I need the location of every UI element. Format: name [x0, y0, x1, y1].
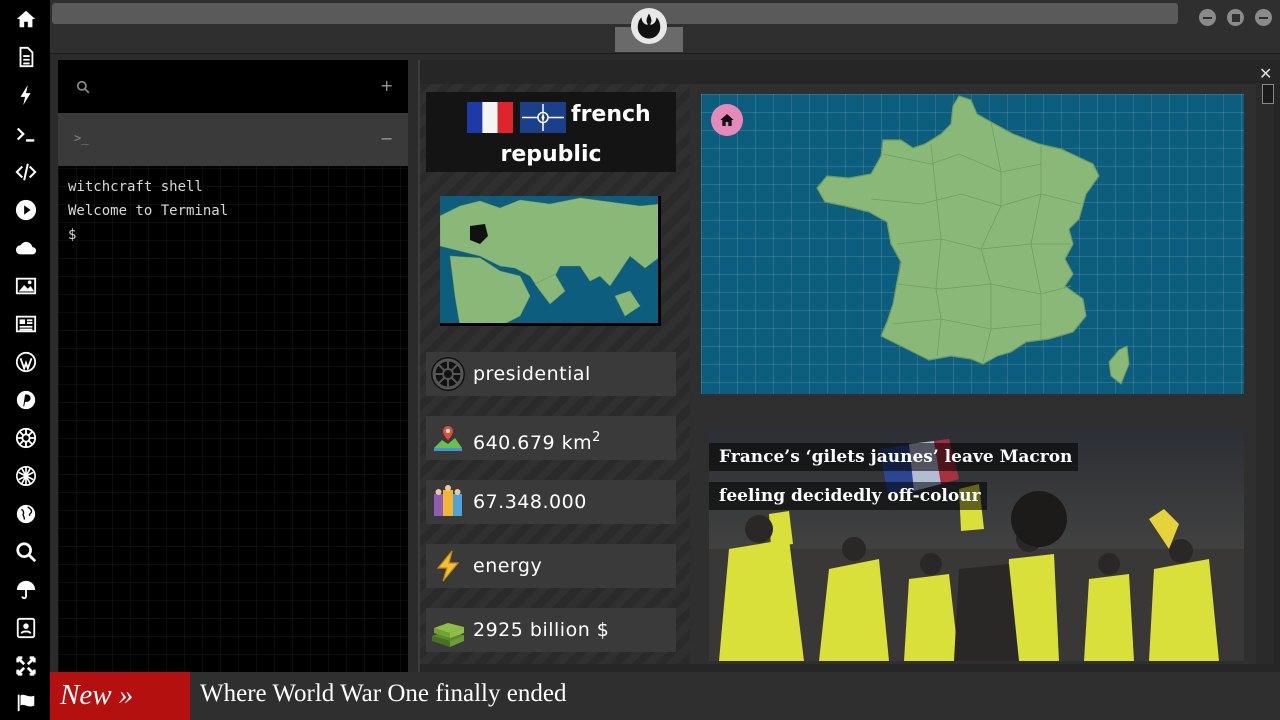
code-icon[interactable]	[12, 158, 40, 186]
terminal-search-bar[interactable]: +	[58, 60, 408, 113]
document-icon[interactable]	[12, 43, 40, 71]
economy-row[interactable]: energy	[426, 544, 676, 588]
ticker-headline[interactable]: Where World War One finally ended	[200, 672, 566, 716]
economy-sector: energy	[473, 555, 543, 577]
lightning-icon[interactable]	[12, 81, 40, 109]
jedi-order-icon[interactable]	[12, 462, 40, 490]
add-tab-button[interactable]: +	[380, 76, 393, 95]
terminal-line: witchcraft shell	[68, 179, 203, 195]
home-icon	[720, 114, 734, 126]
galactic-empire-icon[interactable]	[12, 424, 40, 452]
money-icon	[432, 623, 464, 647]
close-tab-button[interactable]: −	[380, 129, 393, 148]
terminal-line: Welcome to Terminal	[68, 203, 229, 219]
contact-icon[interactable]	[12, 614, 40, 642]
area-row[interactable]: 640.679 km2	[426, 416, 676, 460]
close-panel-icon[interactable]: ✕	[1259, 64, 1272, 83]
nato-flag	[520, 102, 566, 133]
wordpress-icon[interactable]	[12, 348, 40, 376]
rebel-alliance-icon[interactable]	[631, 8, 667, 44]
population-row[interactable]: 67.348.000	[426, 480, 676, 524]
terminal-prompt-icon: >_	[74, 131, 89, 145]
area-value: 640.679 km	[473, 432, 593, 454]
map-pin-icon	[434, 426, 462, 451]
news-headline-text: France’s ‘gilets jaunes’ leave Macron fe…	[709, 443, 1079, 510]
country-name-line2: republic	[500, 142, 602, 167]
terminal-prompt[interactable]: $	[68, 227, 76, 243]
scrollbar-thumb[interactable]	[1262, 84, 1274, 104]
scrollbar-track[interactable]	[1256, 84, 1274, 664]
play-icon[interactable]	[12, 196, 40, 224]
lightning-icon	[436, 550, 460, 582]
search-icon	[76, 80, 90, 94]
top-search-bar[interactable]	[52, 3, 1178, 24]
terminal-icon[interactable]	[12, 120, 40, 148]
gdp-row[interactable]: 2925 billion $	[426, 608, 676, 652]
galactic-empire-icon	[431, 357, 465, 391]
search-icon[interactable]	[12, 538, 40, 566]
ticker-label: New »	[50, 672, 190, 720]
government-type: presidential	[473, 363, 591, 385]
world-locator-map[interactable]	[440, 196, 661, 326]
terminal-tab[interactable]: >_ −	[58, 113, 408, 166]
globe-icon[interactable]	[12, 500, 40, 528]
flag-icon[interactable]	[12, 688, 40, 716]
news-headline[interactable]: France’s ‘gilets jaunes’ leave Macron fe…	[709, 438, 1089, 516]
area-unit-exponent: 2	[592, 430, 601, 445]
minimize-icon[interactable]	[1199, 9, 1216, 26]
gdp-value: 2925 billion $	[473, 619, 610, 641]
expand-icon[interactable]	[12, 652, 40, 680]
close-icon[interactable]	[1255, 9, 1272, 26]
pinterest-icon[interactable]	[12, 386, 40, 414]
left-icon-bar	[0, 0, 50, 720]
maximize-icon[interactable]	[1227, 9, 1244, 26]
image-icon[interactable]	[12, 272, 40, 300]
umbrella-icon[interactable]	[12, 576, 40, 604]
population-icon	[434, 485, 462, 516]
cloud-icon[interactable]	[12, 234, 40, 262]
newspaper-icon[interactable]	[12, 310, 40, 338]
france-flag	[467, 102, 513, 133]
country-map[interactable]	[701, 94, 1244, 394]
map-home-button[interactable]	[711, 104, 743, 136]
country-name-line1: french	[571, 102, 651, 127]
government-row[interactable]: presidential	[426, 352, 676, 396]
population-value: 67.348.000	[473, 491, 587, 513]
home-icon[interactable]	[12, 5, 40, 33]
